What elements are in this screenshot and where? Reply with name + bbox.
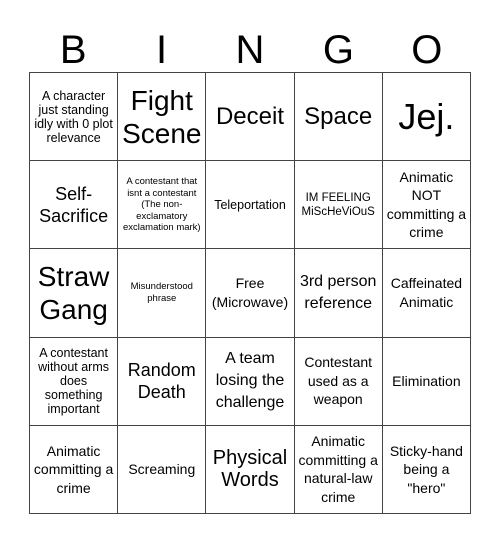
bingo-cell[interactable]: IM FEELING MiScHeViOuS (294, 161, 383, 250)
bingo-cell[interactable]: Animatic committing a natural-law crime (294, 425, 383, 514)
bingo-cell[interactable]: Fight Scene (118, 73, 207, 162)
cell-text: Animatic committing a natural-law crime (298, 433, 378, 505)
bingo-cell[interactable]: A team losing the challenge (206, 337, 295, 426)
bingo-cell[interactable]: Jej. (382, 73, 471, 162)
cell-text: A contestant that isnt a contestant (The… (122, 176, 201, 234)
bingo-header: B I N G O (29, 28, 471, 72)
bingo-cell[interactable]: 3rd person reference (294, 249, 383, 338)
bingo-cell[interactable]: Contestant used as a weapon (294, 337, 383, 426)
cell-text: A contestant without arms does something… (38, 346, 110, 417)
header-letter-g: G (322, 28, 354, 72)
bingo-cell[interactable]: A contestant without arms does something… (30, 337, 119, 426)
cell-text: Physical Words (212, 447, 288, 492)
bingo-card: A character just standing idly with 0 pl… (29, 72, 471, 514)
cell-text: Self-Sacrifice (39, 183, 109, 226)
bingo-cell[interactable]: Teleportation (206, 161, 295, 250)
cell-text: Teleportation (214, 197, 286, 212)
cell-text: Fight Scene (122, 84, 202, 149)
cell-text: A character just standing idly with 0 pl… (34, 88, 113, 145)
bingo-cell[interactable]: Free (Microwave) (206, 249, 295, 338)
bingo-cell[interactable]: Straw Gang (30, 249, 119, 338)
bingo-cell[interactable]: A contestant that isnt a contestant (The… (118, 161, 207, 250)
bingo-cell[interactable]: Deceit (206, 73, 295, 162)
bingo-cell[interactable]: Misunderstood phrase (118, 249, 207, 338)
bingo-cell[interactable]: Space (294, 73, 383, 162)
cell-text: Contestant used as a weapon (304, 354, 373, 408)
cell-text: A team losing the challenge (215, 350, 285, 412)
bingo-cell[interactable]: Physical Words (206, 425, 295, 514)
cell-text: Random Death (127, 360, 196, 403)
header-letter-i: I (156, 28, 168, 72)
bingo-cell[interactable]: Random Death (118, 337, 207, 426)
bingo-cell[interactable]: Animatic NOT committing a crime (382, 161, 471, 250)
header-letter-b: B (59, 28, 87, 72)
cell-text: Animatic committing a crime (33, 442, 114, 496)
header-letter-n: N (235, 28, 265, 72)
cell-text: Animatic NOT committing a crime (386, 168, 467, 241)
cell-text: Sticky-hand being a "hero" (389, 442, 463, 496)
cell-text: Straw Gang (37, 260, 110, 325)
cell-text: Caffeinated Animatic (390, 275, 463, 310)
cell-text: Free (Microwave) (211, 275, 289, 310)
cell-text: Misunderstood phrase (130, 281, 193, 304)
cell-text: Elimination (392, 372, 461, 389)
cell-text: 3rd person reference (299, 272, 377, 312)
bingo-cell[interactable]: Caffeinated Animatic (382, 249, 471, 338)
bingo-cell[interactable]: Elimination (382, 337, 471, 426)
header-letter-o: O (411, 28, 443, 72)
cell-text: Screaming (128, 461, 196, 478)
cell-text: Space (304, 103, 373, 131)
bingo-cell[interactable]: Sticky-hand being a "hero" (382, 425, 471, 514)
bingo-cell[interactable]: A character just standing idly with 0 pl… (30, 73, 119, 162)
cell-text: Jej. (398, 95, 455, 137)
cell-text: IM FEELING MiScHeViOuS (301, 191, 375, 218)
bingo-cell[interactable]: Self-Sacrifice (30, 161, 119, 250)
cell-text: Deceit (215, 103, 284, 131)
bingo-cell[interactable]: Screaming (118, 425, 207, 514)
bingo-cell[interactable]: Animatic committing a crime (30, 425, 119, 514)
